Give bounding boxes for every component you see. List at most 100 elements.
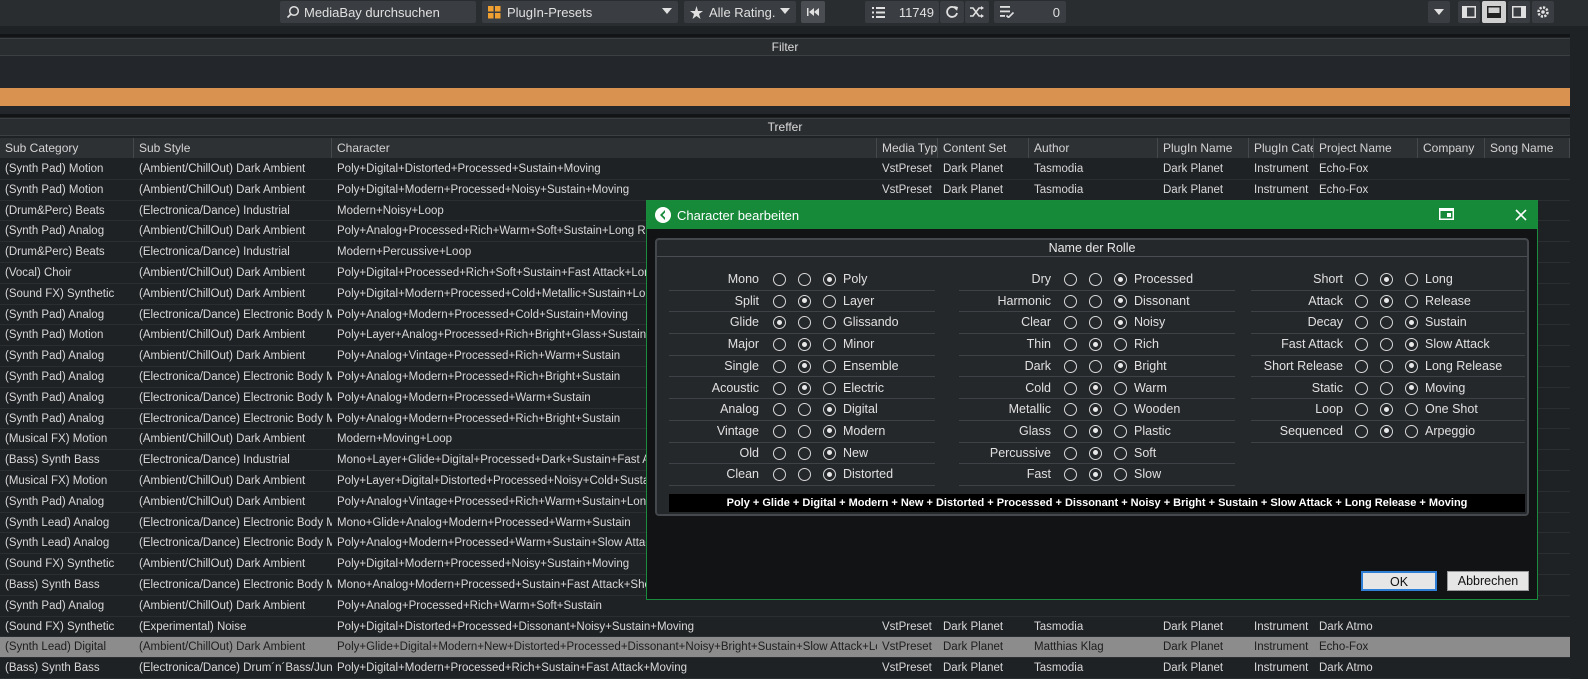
radio-neutral[interactable] — [1089, 273, 1102, 286]
radio-right[interactable] — [823, 359, 836, 373]
bottom-panel-toggle[interactable] — [1482, 1, 1506, 23]
radio-right[interactable] — [823, 468, 836, 482]
radio-left[interactable] — [1355, 338, 1368, 352]
radio-neutral[interactable] — [1380, 403, 1393, 417]
close-icon[interactable] — [1515, 209, 1527, 224]
column-header[interactable]: Sub Style — [134, 138, 332, 158]
radio-right[interactable] — [1114, 403, 1127, 417]
radio-left[interactable] — [1355, 273, 1368, 286]
radio-left[interactable] — [1355, 403, 1368, 417]
table-row[interactable]: (Synth Pad) Motion (Ambient/ChillOut) Dar… — [0, 159, 1570, 180]
radio-neutral[interactable] — [1380, 359, 1393, 373]
radio-right[interactable] — [823, 338, 836, 352]
radio-right[interactable] — [1114, 359, 1127, 373]
radio-right[interactable] — [1405, 294, 1418, 308]
radio-left[interactable] — [773, 316, 786, 330]
radio-right[interactable] — [823, 273, 836, 286]
radio-right[interactable] — [1405, 424, 1418, 438]
ok-button[interactable]: OK — [1361, 571, 1437, 591]
radio-right[interactable] — [1405, 273, 1418, 286]
radio-neutral[interactable] — [1089, 403, 1102, 417]
rating-filter-select[interactable]: Alle Rating. — [684, 1, 796, 23]
radio-left[interactable] — [1355, 424, 1368, 438]
radio-left[interactable] — [773, 468, 786, 482]
table-row[interactable]: (Bass) Synth Bass (Electronica/Dance) Dru… — [0, 658, 1570, 679]
radio-left[interactable] — [773, 359, 786, 373]
radio-right[interactable] — [1405, 381, 1418, 395]
radio-neutral[interactable] — [798, 316, 811, 330]
radio-left[interactable] — [1355, 381, 1368, 395]
radio-neutral[interactable] — [798, 446, 811, 460]
radio-neutral[interactable] — [1089, 446, 1102, 460]
dialog-title-bar[interactable]: Character bearbeiten — [647, 201, 1537, 229]
radio-neutral[interactable] — [1089, 316, 1102, 330]
radio-right[interactable] — [823, 381, 836, 395]
radio-neutral[interactable] — [798, 403, 811, 417]
radio-left[interactable] — [1064, 381, 1077, 395]
radio-neutral[interactable] — [1380, 316, 1393, 330]
settings-button[interactable] — [1532, 1, 1554, 23]
radio-left[interactable] — [1064, 294, 1077, 308]
column-header[interactable]: Sub Category — [0, 138, 134, 158]
radio-neutral[interactable] — [1089, 359, 1102, 373]
radio-right[interactable] — [823, 294, 836, 308]
radio-left[interactable] — [773, 273, 786, 286]
vertical-scrollbar[interactable] — [1570, 26, 1588, 664]
column-header[interactable]: PlugIn Name — [1158, 138, 1249, 158]
radio-left[interactable] — [1064, 468, 1077, 482]
column-header[interactable]: Company — [1418, 138, 1485, 158]
column-header[interactable]: Content Set — [938, 138, 1029, 158]
radio-right[interactable] — [1114, 294, 1127, 308]
radio-neutral[interactable] — [798, 273, 811, 286]
preset-type-select[interactable]: PlugIn-Presets — [482, 1, 678, 23]
radio-neutral[interactable] — [1089, 424, 1102, 438]
radio-neutral[interactable] — [1089, 468, 1102, 482]
radio-neutral[interactable] — [1089, 338, 1102, 352]
radio-right[interactable] — [1114, 381, 1127, 395]
refresh-button[interactable] — [940, 1, 964, 23]
radio-right[interactable] — [1114, 424, 1127, 438]
radio-right[interactable] — [823, 424, 836, 438]
radio-neutral[interactable] — [798, 338, 811, 352]
radio-right[interactable] — [1114, 338, 1127, 352]
radio-left[interactable] — [773, 381, 786, 395]
search-input[interactable]: MediaBay durchsuchen — [304, 5, 440, 20]
column-header[interactable]: Project Name — [1314, 138, 1418, 158]
reset-button[interactable] — [801, 1, 825, 23]
table-row[interactable]: (Synth Pad) Motion (Ambient/ChillOut) Dar… — [0, 179, 1570, 201]
column-header[interactable]: Song Name — [1485, 138, 1570, 158]
radio-neutral[interactable] — [798, 294, 811, 308]
column-header[interactable]: PlugIn Cate — [1249, 138, 1314, 158]
search-field[interactable]: MediaBay durchsuchen — [280, 1, 476, 23]
window-restore-icon[interactable] — [1439, 208, 1454, 223]
radio-right[interactable] — [1114, 468, 1127, 482]
radio-right[interactable] — [823, 446, 836, 460]
radio-left[interactable] — [1064, 273, 1077, 286]
radio-left[interactable] — [773, 338, 786, 352]
radio-right[interactable] — [823, 316, 836, 330]
radio-neutral[interactable] — [798, 359, 811, 373]
radio-left[interactable] — [773, 424, 786, 438]
radio-left[interactable] — [1064, 338, 1077, 352]
left-panel-toggle[interactable] — [1458, 1, 1480, 23]
table-row[interactable]: (Synth Lead) Digital (Ambient/ChillOut) D… — [0, 637, 1570, 659]
column-header[interactable]: Character — [332, 138, 877, 158]
column-header[interactable]: Author — [1029, 138, 1158, 158]
table-row[interactable]: (Sound FX) Synthetic (Experimental) Noise… — [0, 616, 1570, 638]
radio-right[interactable] — [1405, 403, 1418, 417]
radio-neutral[interactable] — [1089, 294, 1102, 308]
filter-highlight-bar[interactable] — [0, 88, 1570, 106]
radio-neutral[interactable] — [1380, 294, 1393, 308]
radio-right[interactable] — [1405, 338, 1418, 352]
radio-neutral[interactable] — [1089, 381, 1102, 395]
radio-left[interactable] — [1355, 294, 1368, 308]
radio-left[interactable] — [773, 446, 786, 460]
radio-neutral[interactable] — [1380, 424, 1393, 438]
radio-left[interactable] — [1064, 424, 1077, 438]
radio-left[interactable] — [773, 294, 786, 308]
cancel-button[interactable]: Abbrechen — [1447, 571, 1529, 591]
radio-neutral[interactable] — [798, 381, 811, 395]
radio-right[interactable] — [1405, 359, 1418, 373]
radio-left[interactable] — [1355, 359, 1368, 373]
radio-left[interactable] — [1355, 316, 1368, 330]
